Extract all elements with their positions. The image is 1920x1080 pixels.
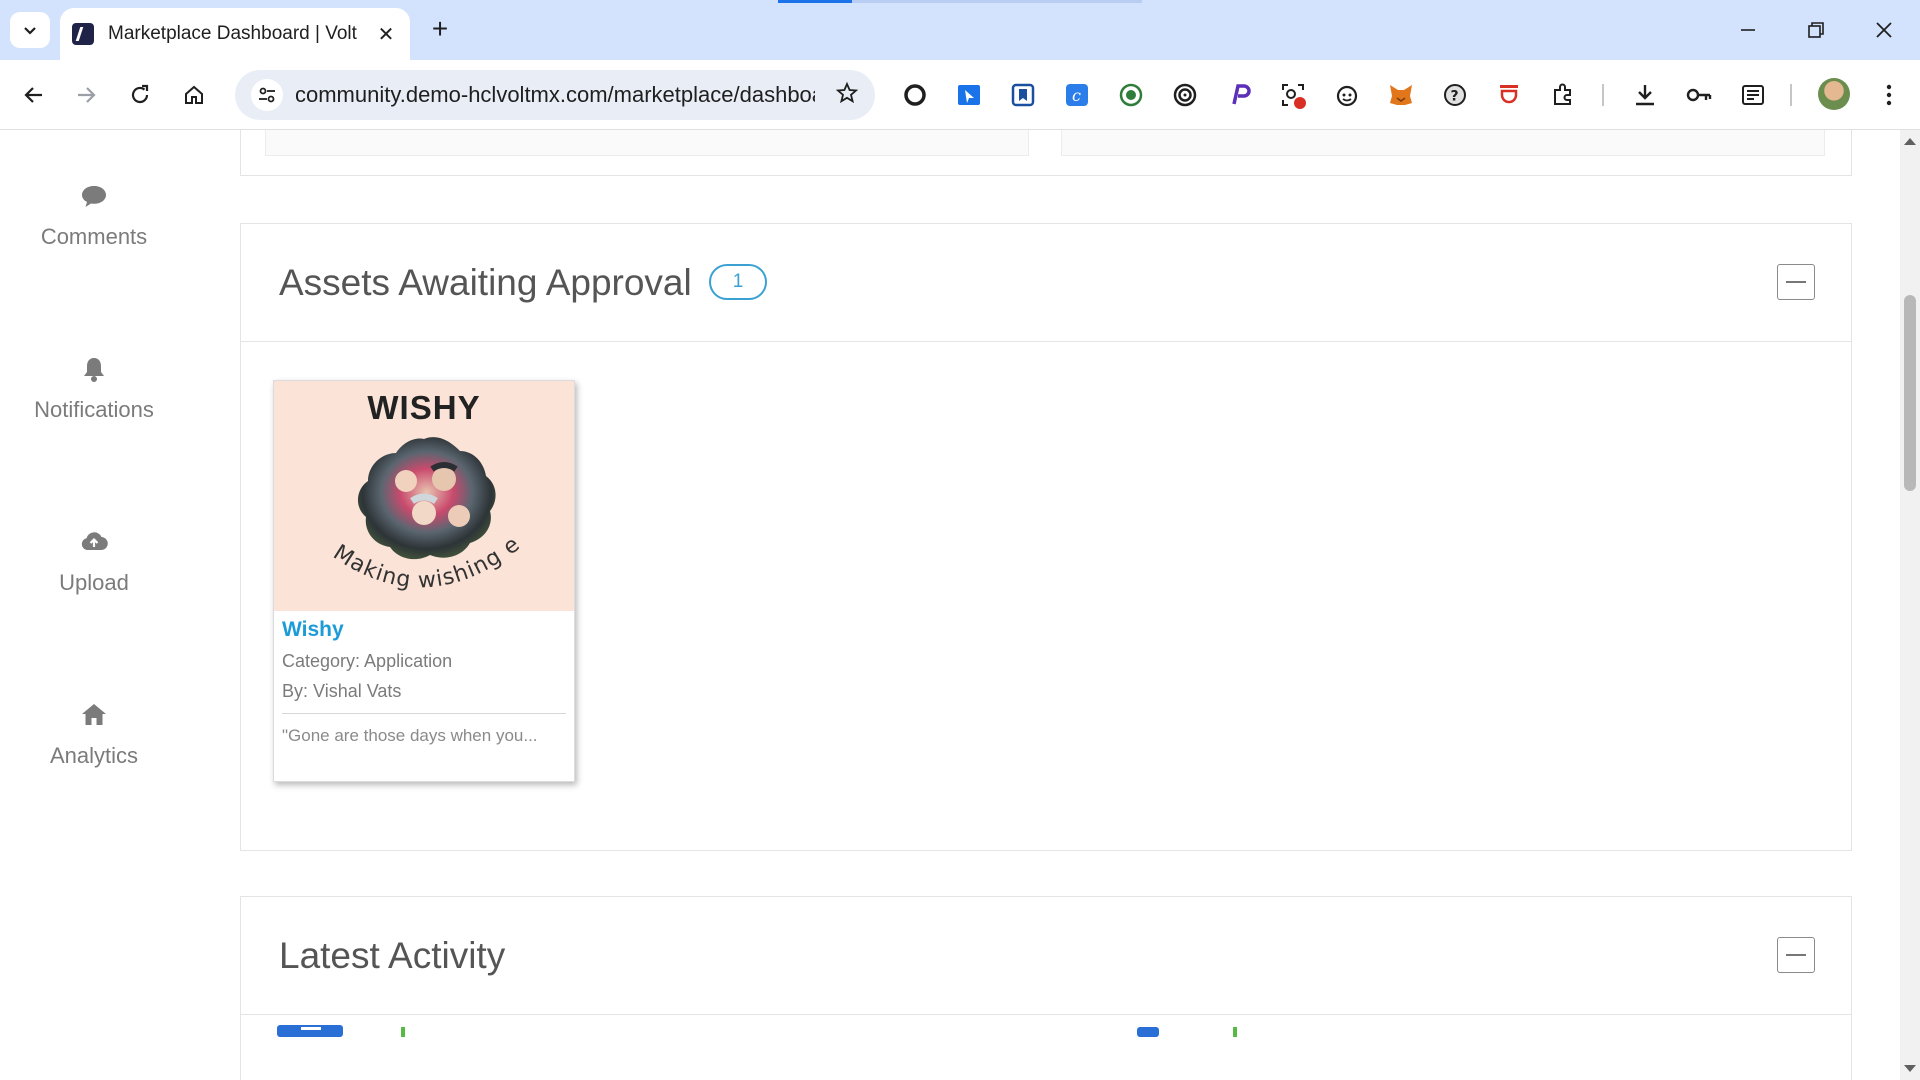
sidebar-item-label: Comments (40, 224, 148, 249)
asset-description: "Gone are those days when you... (282, 726, 538, 745)
previous-panel-bottom (240, 130, 1852, 176)
active-tab[interactable]: Marketplace Dashboard | Voltmx ✕ (60, 8, 410, 60)
kebab-menu-icon (1886, 84, 1892, 106)
scrollbar-thumb[interactable] (1904, 295, 1916, 491)
chevron-down-icon (24, 27, 36, 35)
downloads-button[interactable] (1630, 80, 1660, 110)
forward-button[interactable] (66, 75, 106, 115)
extensions-puzzle-icon[interactable] (1548, 80, 1578, 110)
extension-face-icon[interactable] (1332, 80, 1362, 110)
asset-name-link[interactable]: Wishy (282, 618, 344, 642)
collapse-panel-button[interactable] (1777, 937, 1815, 973)
bookmark-star-button[interactable] (835, 81, 859, 110)
extension-red-shield-icon[interactable] (1494, 80, 1524, 110)
arrow-right-icon (78, 87, 96, 103)
panel-header: Latest Activity (241, 897, 1851, 1015)
loading-progress-track (852, 0, 1142, 3)
cloud-upload-icon (81, 532, 108, 551)
close-window-button[interactable] (1864, 10, 1904, 50)
sidebar-item-label: Notifications (34, 397, 154, 422)
browser-toolbar: community.demo-hclvoltmx.com/marketplace… (0, 60, 1920, 130)
page-scrollbar[interactable] (1900, 130, 1920, 1080)
svg-text:c: c (1072, 86, 1081, 105)
tab-search-button[interactable] (10, 12, 50, 48)
home-icon (185, 85, 203, 104)
reload-icon (131, 84, 149, 104)
toolbar-divider (1790, 84, 1792, 106)
collapse-panel-button[interactable] (1777, 264, 1815, 300)
sidebar-item-label: Analytics (49, 743, 139, 768)
bell-icon (84, 358, 104, 382)
home-icon (82, 704, 106, 725)
restore-icon (1808, 22, 1824, 38)
star-icon (835, 81, 859, 103)
scroll-up-arrow-icon[interactable] (1904, 138, 1916, 145)
pending-count-badge: 1 (709, 264, 767, 300)
asset-card[interactable]: WISHY Making wishing e Wishy Category: A… (273, 380, 575, 782)
key-icon (1686, 88, 1712, 102)
previous-panel-card-left (265, 130, 1029, 156)
tab-title: Marketplace Dashboard | Voltmx (108, 23, 358, 44)
minimize-button[interactable] (1728, 10, 1768, 50)
extension-bookmark-icon[interactable] (1008, 80, 1038, 110)
asset-author: By: Vishal Vats (282, 681, 402, 701)
loading-progress-bar (778, 0, 852, 3)
reload-button[interactable] (120, 75, 160, 115)
comment-icon (82, 186, 106, 207)
assets-awaiting-approval-panel: Assets Awaiting Approval 1 WISHY Making … (240, 223, 1852, 851)
previous-panel-card-right (1061, 130, 1825, 156)
panel-header: Assets Awaiting Approval 1 (241, 224, 1851, 342)
wishy-logo-graphic: Making wishing easy (274, 381, 524, 594)
panel-title: Assets Awaiting Approval (279, 262, 692, 303)
extension-circle-icon[interactable] (900, 80, 930, 110)
panel-title: Latest Activity (279, 935, 506, 976)
sidebar-item-upload[interactable]: Upload (0, 528, 188, 596)
browser-tabstrip: Marketplace Dashboard | Voltmx ✕ + (0, 0, 1920, 60)
extension-spiral-icon[interactable] (1170, 80, 1200, 110)
download-icon (1636, 85, 1654, 106)
sidebar-item-analytics[interactable]: Analytics (0, 701, 188, 769)
new-tab-button[interactable]: + (424, 14, 456, 46)
extension-metamask-fox-icon[interactable] (1386, 80, 1416, 110)
minimize-icon (1741, 29, 1755, 31)
extension-cursor-icon[interactable] (954, 80, 984, 110)
toolbar-divider (1602, 84, 1604, 106)
close-icon (1876, 22, 1892, 38)
svg-text:?: ? (1451, 89, 1459, 105)
address-bar[interactable]: community.demo-hclvoltmx.com/marketplace… (235, 70, 875, 120)
activity-preview-graphics (277, 1025, 1237, 1037)
home-button[interactable] (174, 75, 214, 115)
extension-help-icon[interactable]: ? (1440, 80, 1470, 110)
sidebar-item-notifications[interactable]: Notifications (0, 355, 188, 423)
tab-close-button[interactable]: ✕ (374, 22, 398, 47)
extension-canva-icon[interactable]: c (1062, 80, 1092, 110)
extension-recorder-icon[interactable] (1278, 80, 1308, 110)
activity-items-cut-off (277, 1017, 1817, 1037)
extension-purple-p-icon[interactable] (1224, 80, 1254, 110)
tune-icon (259, 87, 275, 103)
arrow-left-icon (24, 87, 42, 103)
sidebar-item-comments[interactable]: Comments (0, 182, 188, 250)
latest-activity-panel: Latest Activity (240, 896, 1852, 1080)
page-viewport: Comments Notifications Upload Analytics … (0, 130, 1920, 1080)
reading-list-icon (1742, 85, 1764, 105)
asset-thumbnail[interactable]: WISHY Making wishing e (274, 381, 574, 611)
url-text[interactable]: community.demo-hclvoltmx.com/marketplace… (295, 82, 815, 108)
asset-category: Category: Application (282, 651, 453, 671)
site-info-button[interactable] (251, 79, 283, 111)
dashboard-sidebar: Comments Notifications Upload Analytics (0, 130, 188, 1080)
back-button[interactable] (14, 75, 54, 115)
extension-green-circle-icon[interactable] (1116, 80, 1146, 110)
restore-button[interactable] (1796, 10, 1836, 50)
card-divider (282, 713, 566, 714)
reading-list-button[interactable] (1738, 80, 1768, 110)
browser-menu-button[interactable] (1874, 80, 1904, 110)
password-manager-button[interactable] (1684, 80, 1714, 110)
voltmx-favicon-icon (72, 23, 94, 45)
sidebar-item-label: Upload (59, 570, 129, 595)
profile-avatar[interactable] (1818, 78, 1850, 110)
scroll-down-arrow-icon[interactable] (1904, 1065, 1916, 1072)
